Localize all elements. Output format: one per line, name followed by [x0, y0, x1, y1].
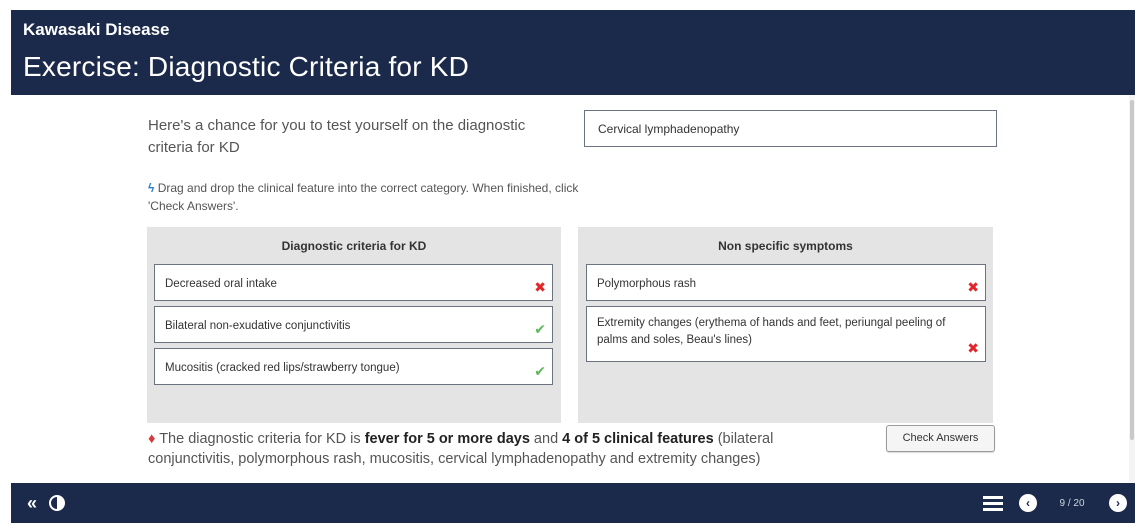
drop-item-extremity-changes[interactable]: Extremity changes (erythema of hands and… [586, 306, 986, 362]
drop-item-mucositis[interactable]: Mucositis (cracked red lips/strawberry t… [154, 348, 553, 385]
item-label: Bilateral non-exudative conjunctivitis [165, 320, 351, 332]
instruction-label: Drag and drop the clinical feature into … [148, 181, 579, 213]
note-bold-fever: fever for 5 or more days [364, 431, 530, 447]
item-label: Decreased oral intake [165, 278, 277, 290]
bottom-nav-bar: « ‹ 9 / 20 › [11, 483, 1135, 523]
lightning-icon: ϟ [148, 181, 155, 195]
intro-text: Here's a chance for you to test yourself… [148, 117, 526, 156]
chevron-right-icon: › [1109, 494, 1127, 512]
previous-page-button[interactable]: ‹ [1017, 483, 1039, 523]
cross-icon: ✖ [534, 279, 546, 295]
instruction-text: ϟ Drag and drop the clinical feature int… [148, 179, 588, 215]
drop-item-decreased-oral-intake[interactable]: Decreased oral intake ✖ [154, 264, 553, 301]
draggable-feature-cervical-lymphadenopathy[interactable]: Cervical lymphadenopathy [584, 110, 997, 147]
menu-icon[interactable] [981, 483, 1005, 523]
scrollbar-thumb[interactable] [1130, 100, 1134, 440]
drop-item-bilateral-conjunctivitis[interactable]: Bilateral non-exudative conjunctivitis ✔ [154, 306, 553, 343]
item-label: Mucositis (cracked red lips/strawberry t… [165, 362, 400, 374]
collapse-icon[interactable]: « [23, 483, 41, 523]
item-label: Polymorphous rash [597, 278, 697, 290]
page-title: Exercise: Diagnostic Criteria for KD [23, 51, 469, 82]
scrollbar[interactable] [1129, 95, 1135, 483]
checkmark-icon: ✔ [534, 321, 546, 337]
next-page-button[interactable]: › [1107, 483, 1129, 523]
note-text: The diagnostic criteria for KD is [159, 431, 365, 447]
chevron-left-icon: ‹ [1019, 494, 1037, 512]
checkmark-icon: ✔ [534, 363, 546, 379]
item-label: Extremity changes (erythema of hands and… [597, 317, 946, 346]
check-answers-button[interactable]: Check Answers [886, 425, 995, 452]
note-text: and [529, 431, 563, 447]
category-title: Diagnostic criteria for KD [281, 239, 427, 253]
course-title: Kawasaki Disease [23, 20, 170, 39]
cross-icon: ✖ [967, 340, 979, 356]
criteria-note: ♦ The diagnostic criteria for KD is feve… [148, 429, 848, 469]
cross-icon: ✖ [967, 279, 979, 295]
note-bold-features: 4 of 5 clinical features [562, 431, 714, 447]
header-bar: Kawasaki Disease Exercise: Diagnostic Cr… [11, 10, 1135, 95]
contrast-icon[interactable] [46, 483, 68, 523]
page-indicator: 9 / 20 [1059, 497, 1085, 509]
drop-item-polymorphous-rash[interactable]: Polymorphous rash ✖ [586, 264, 986, 301]
gem-icon: ♦ [148, 431, 156, 447]
category-title: Non specific symptoms [718, 239, 853, 253]
